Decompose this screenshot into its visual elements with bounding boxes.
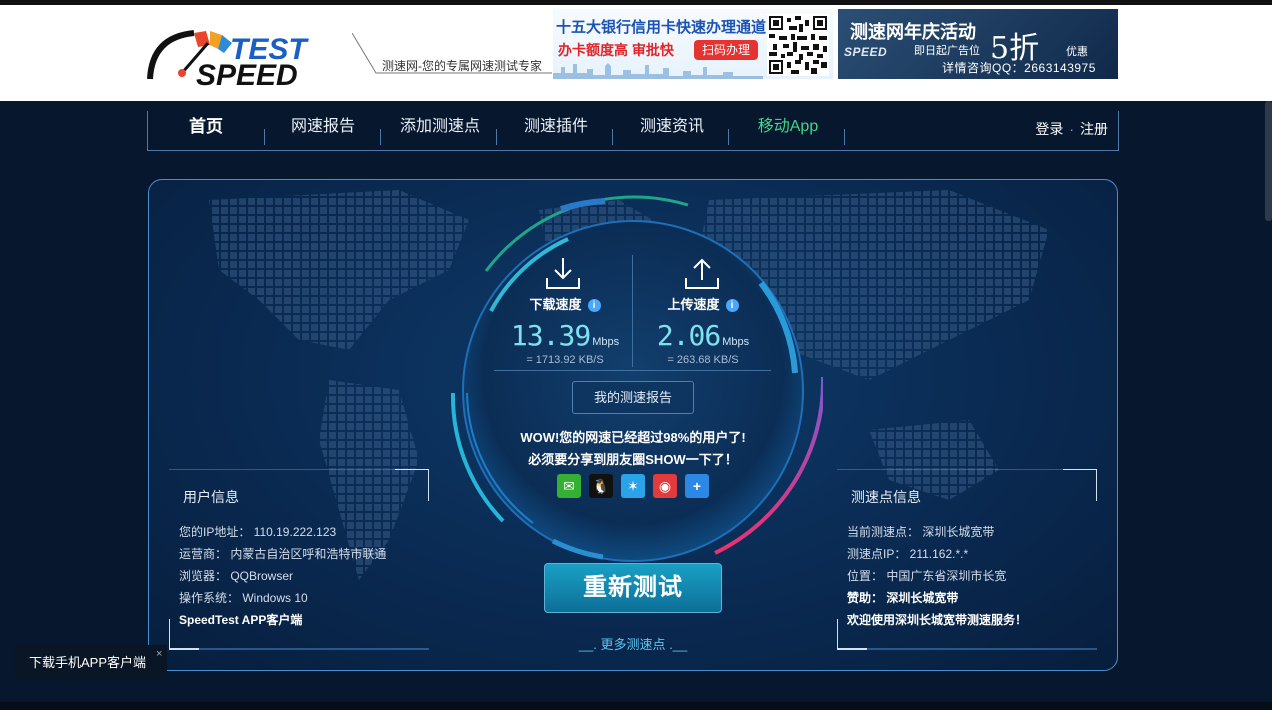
node-welcome-row: 欢迎使用深圳长城宽带测速服务！ [847, 613, 1028, 627]
upload-value: 2.06 [656, 319, 721, 352]
register-link[interactable]: 注册 [1080, 121, 1108, 137]
ad2-line1: 即日起广告位 [914, 45, 980, 57]
download-value: 13.39 [510, 319, 591, 352]
download-kb: = 1713.92 KB/S [526, 354, 604, 366]
speed-divider-horizontal [494, 370, 771, 371]
main-nav: 首页 网速报告 添加测速点 测速插件 测速资讯 移动App 登录 · 注册 [147, 111, 1119, 151]
testspeed-logo[interactable]: TEST SPEED [146, 23, 346, 92]
auth-dot: · [1069, 121, 1074, 137]
nav-news[interactable]: 测速资讯 [624, 111, 720, 141]
upload-label: 上传速度 [667, 297, 720, 312]
nav-separator [380, 129, 381, 145]
nav-separator [496, 129, 497, 145]
share-prompt: WOW!您的网速已经超过98%的用户了! 必须要分享到朋友圈SHOW一下了！ [460, 427, 806, 471]
my-report-button[interactable]: 我的测速报告 [572, 381, 694, 414]
bank-card-ad[interactable]: 十五大银行信用卡快速办理通道 办卡额度高 审批快 扫码办理 [553, 9, 833, 79]
download-app-banner[interactable]: 下载手机APP客户端 × [15, 645, 167, 679]
ad2-discount-suffix: 优惠 [1066, 46, 1088, 58]
close-icon[interactable]: × [156, 636, 162, 672]
nav-separator [844, 129, 845, 145]
qq-icon[interactable]: 🐧 [589, 474, 613, 498]
bottom-edge [0, 702, 1272, 710]
ad1-title: 十五大银行信用卡快速办理通道 [556, 19, 767, 36]
nav-home[interactable]: 首页 [166, 111, 246, 141]
node-info-box: 测速点信息 当前测速点： 深圳长城宽带 测速点IP： 211.162.*.* 位… [837, 469, 1097, 653]
weibo-icon[interactable]: ◉ [653, 474, 677, 498]
download-icon [545, 256, 581, 290]
more-nodes-link[interactable]: __. 更多测速点 .__ [566, 634, 700, 653]
download-info-icon[interactable]: i [587, 299, 601, 312]
user-ip-row: 您的IP地址： 110.19.222.123 [179, 525, 337, 539]
slogan: 测速网-您的专属网速测试专家 [352, 33, 552, 81]
speed-divider-vertical [632, 255, 633, 367]
retest-button[interactable]: 重新测试 [544, 563, 722, 613]
page-scrollbar[interactable] [1265, 101, 1272, 221]
site-header: TEST SPEED 测速网-您的专属网速测试专家 十五大银行信用卡快速办理通道… [0, 5, 1272, 101]
logo-word-speed: SPEED [196, 59, 298, 87]
anniversary-ad[interactable]: 测速网年庆活动 SPEED 即日起广告位 5折 优惠 详情咨询QQ：266314… [838, 9, 1118, 79]
auth-links: 登录 · 注册 [1035, 119, 1108, 139]
ad2-contact: 详情咨询QQ：2663143975 [942, 61, 1096, 75]
user-browser-row: 浏览器： QQBrowser [179, 569, 294, 583]
nav-separator [612, 129, 613, 145]
ad1-subtitle: 办卡额度高 审批快 [558, 42, 674, 58]
user-os-row: 操作系统： Windows 10 [179, 591, 308, 605]
upload-unit: Mbps [722, 336, 750, 348]
download-label: 下载速度 [529, 297, 582, 312]
nav-speed-report[interactable]: 网速报告 [276, 111, 370, 141]
qzone-icon[interactable]: ✶ [621, 474, 645, 498]
upload-stat: 上传速度 i 2.06 Mbps = 263.68 KB/S [638, 294, 768, 366]
node-sponsor-row: 赞助： 深圳长城宽带 [847, 591, 959, 605]
nav-separator [264, 129, 265, 145]
slogan-text: 测速网-您的专属网速测试专家 [382, 59, 542, 73]
nav-mobile-app[interactable]: 移动App [740, 111, 836, 141]
share-prompt-line2: 必须要分享到朋友圈SHOW一下了！ [528, 452, 738, 467]
upload-kb: = 263.68 KB/S [667, 354, 739, 366]
ad1-scan-button[interactable]: 扫码办理 [694, 40, 758, 60]
more-share-icon[interactable]: + [685, 474, 709, 498]
ad2-title: 测速网年庆活动 [850, 22, 976, 42]
download-unit: Mbps [592, 336, 620, 348]
ad1-qr-code [767, 14, 829, 76]
ad2-mini-logo: SPEED [844, 45, 888, 59]
user-isp-row: 运营商： 内蒙古自治区呼和浩特市联通 [179, 547, 387, 561]
nav-plugins[interactable]: 测速插件 [508, 111, 604, 141]
node-ip-row: 测速点IP： 211.162.*.* [847, 547, 969, 561]
user-info-box: 用户信息 您的IP地址： 110.19.222.123 运营商： 内蒙古自治区呼… [169, 469, 429, 653]
download-app-label: 下载手机APP客户端 [29, 655, 147, 670]
node-location-row: 位置： 中国广东省深圳市长宽 [847, 569, 1007, 583]
nav-separator [728, 129, 729, 145]
nav-add-node[interactable]: 添加测速点 [392, 111, 488, 141]
node-info-title: 测速点信息 [851, 489, 921, 505]
login-link[interactable]: 登录 [1035, 121, 1063, 137]
wechat-icon[interactable]: ✉ [557, 474, 581, 498]
upload-icon [684, 256, 720, 290]
user-info-title: 用户信息 [183, 489, 239, 505]
download-stat: 下载速度 i 13.39 Mbps = 1713.92 KB/S [500, 294, 630, 366]
node-current-row: 当前测速点： 深圳长城宽带 [847, 525, 995, 539]
app-client-link[interactable]: SpeedTest APP客户端 [179, 609, 386, 631]
share-prompt-line1: WOW!您的网速已经超过98%的用户了! [520, 430, 746, 445]
more-nodes-label: 更多测速点 [600, 637, 666, 652]
upload-info-icon[interactable]: i [725, 299, 739, 312]
city-skyline-image [553, 63, 763, 79]
